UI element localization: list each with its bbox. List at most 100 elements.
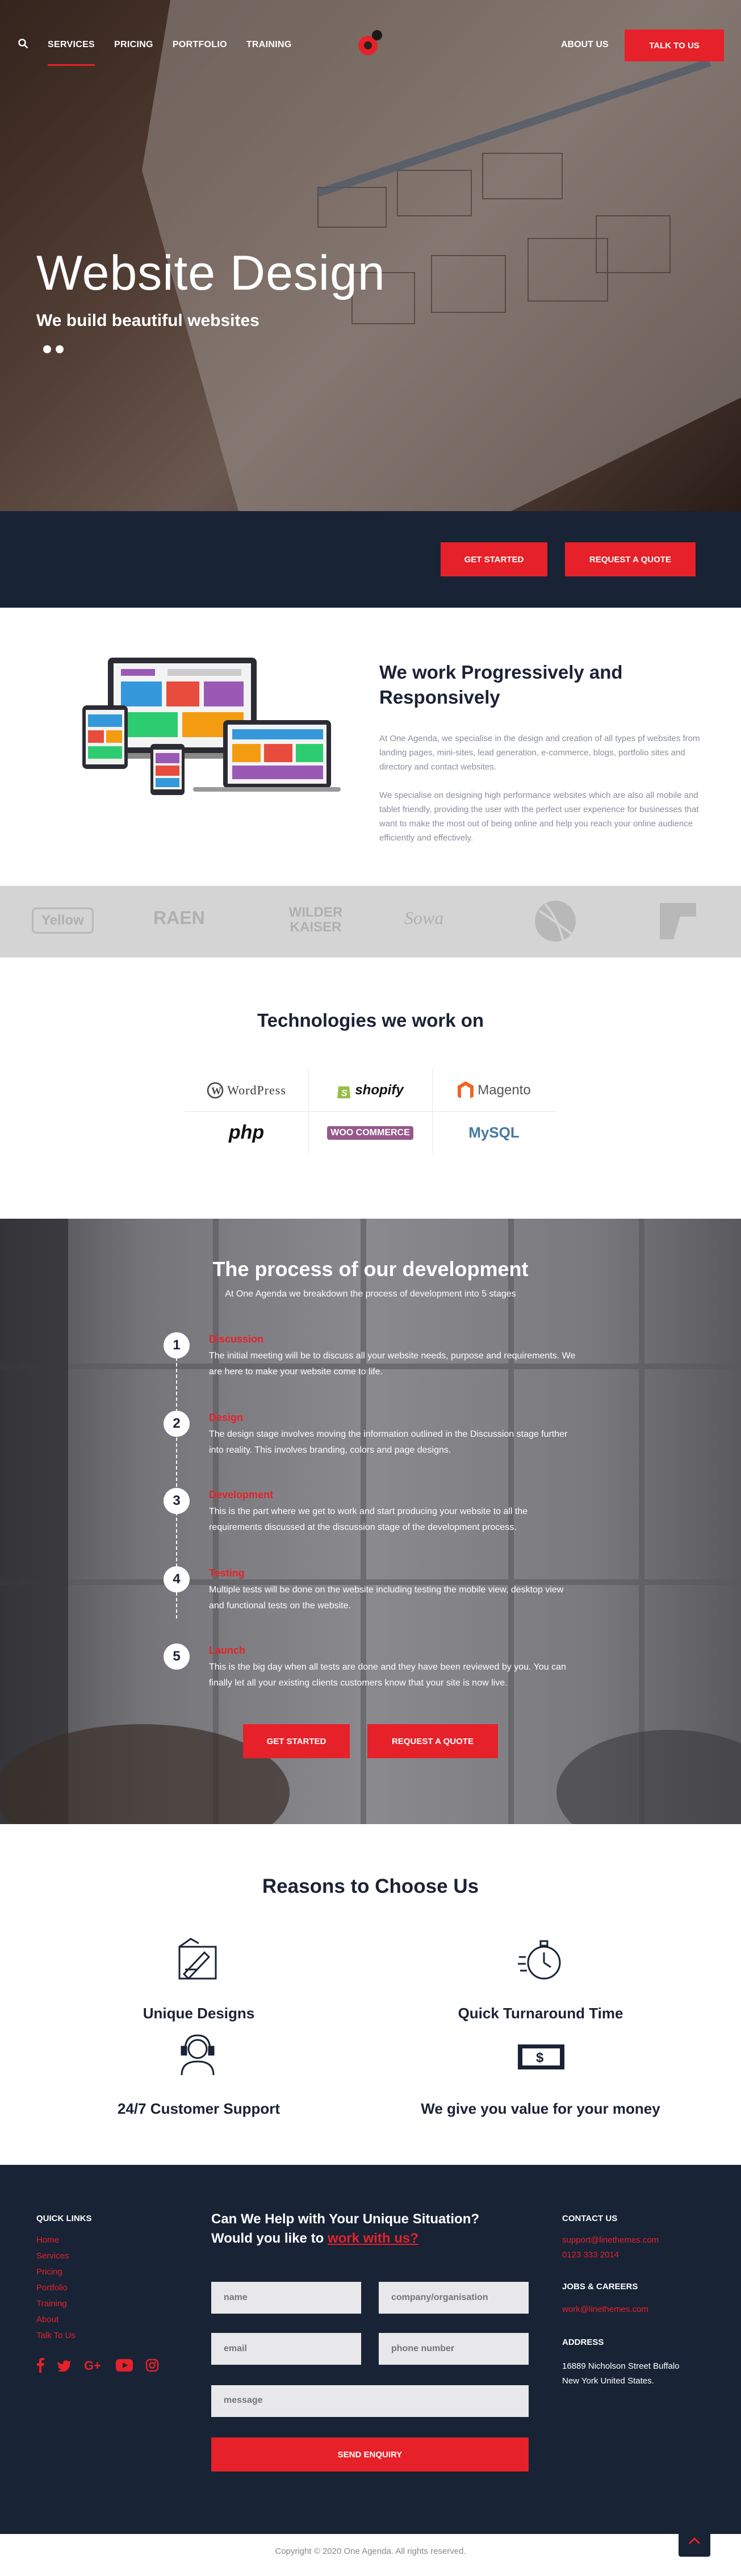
- company-field[interactable]: [379, 2282, 529, 2314]
- contact-email[interactable]: support@linethemes.com: [562, 2235, 659, 2245]
- footer-link-pricing[interactable]: Pricing: [36, 2267, 62, 2277]
- tech-grid: W WordPress S shopify Magento php WOO CO…: [185, 1069, 556, 1154]
- tech-wordpress-label: WordPress: [227, 1082, 286, 1097]
- step-title: Discussion: [209, 1333, 264, 1345]
- progressive-paragraph-1: At One Agenda, we specialise in the desi…: [379, 734, 700, 772]
- email-field[interactable]: [211, 2333, 361, 2365]
- footer-link-services[interactable]: Services: [36, 2251, 69, 2261]
- request-quote-button[interactable]: REQUEST A QUOTE: [565, 542, 696, 576]
- client-logo: Sowa: [404, 908, 444, 928]
- process-request-quote-button[interactable]: REQUEST A QUOTE: [367, 1724, 498, 1758]
- instagram-icon[interactable]: [145, 2358, 159, 2372]
- reasons-section: Reasons to Choose Us Unique Designs Quic…: [0, 1824, 741, 2165]
- step-title: Launch: [209, 1645, 246, 1656]
- svg-text:G+: G+: [84, 2359, 101, 2372]
- tech-shopify: S shopify: [308, 1069, 432, 1111]
- talk-to-us-button[interactable]: TALK TO US: [625, 30, 724, 61]
- tech-wordpress: W WordPress: [185, 1069, 308, 1111]
- process-get-started-button[interactable]: GET STARTED: [243, 1724, 350, 1758]
- contact-phone[interactable]: 0123 333 2014: [562, 2250, 619, 2260]
- design-tools-icon: [178, 1938, 217, 1980]
- step-text: Multiple tests will be done on the websi…: [209, 1585, 564, 1611]
- technologies-section: Technologies we work on W WordPress S sh…: [0, 957, 741, 1219]
- footer-link-portfolio[interactable]: Portfolio: [36, 2283, 68, 2293]
- address-line-1: 16889 Nicholson Street Buffalo: [562, 2361, 680, 2371]
- client-logo-p7-icon: [660, 903, 696, 939]
- progressive-paragraph-2: We specialise on designing high performa…: [379, 791, 699, 843]
- progressive-title: We work Progressively and Responsively: [379, 662, 623, 708]
- svg-text:W: W: [211, 1085, 221, 1097]
- process-title: The process of our development: [212, 1257, 529, 1281]
- tech-woocommerce-label: WOO COMMERCE: [327, 1126, 413, 1140]
- copyright: Copyright © 2020 One Agenda. All rights …: [275, 2546, 466, 2556]
- tech-mysql: MySQL: [468, 1124, 520, 1141]
- footer-link-home[interactable]: Home: [36, 2235, 59, 2245]
- back-to-top-button[interactable]: [679, 2525, 710, 2557]
- slider-dot[interactable]: [56, 345, 64, 353]
- footer-link-talk[interactable]: Talk To Us: [36, 2331, 76, 2340]
- google-plus-icon[interactable]: G+: [84, 2359, 103, 2372]
- help-subtitle: Would you like to work with us?: [211, 2231, 418, 2247]
- send-enquiry-button[interactable]: SEND ENQUIRY: [211, 2437, 529, 2472]
- footer-link-training[interactable]: Training: [36, 2299, 67, 2309]
- hero: Website Design We build beautiful websit…: [0, 0, 741, 511]
- reason-unique-designs: Unique Designs: [143, 2005, 255, 2022]
- step-text: This is the big day when all tests are d…: [209, 1662, 566, 1688]
- social-icons: G+: [36, 2358, 159, 2373]
- step-number: 1: [164, 1332, 190, 1358]
- reason-customer-support: 24/7 Customer Support: [117, 2100, 281, 2117]
- nav-pricing[interactable]: PRICING: [114, 40, 153, 50]
- jobs-email[interactable]: work@linethemes.com: [562, 2305, 648, 2314]
- jobs-title: JOBS & CAREERS: [562, 2282, 638, 2291]
- reason-quick-turnaround: Quick Turnaround Time: [458, 2005, 623, 2022]
- youtube-icon[interactable]: [116, 2359, 133, 2372]
- address-line-2: New York United States.: [562, 2376, 654, 2386]
- slider-dots[interactable]: [43, 345, 64, 353]
- money-icon: $: [518, 2044, 564, 2069]
- twitter-icon[interactable]: [57, 2359, 72, 2372]
- search-icon[interactable]: [18, 39, 28, 52]
- process-intro: At One Agenda we breakdown the process o…: [225, 1289, 516, 1299]
- message-field[interactable]: [211, 2385, 529, 2417]
- tech-php: php: [228, 1122, 265, 1143]
- phone-field[interactable]: [379, 2333, 529, 2365]
- footer-link-about[interactable]: About: [36, 2315, 58, 2324]
- help-subtitle-text: Would you like to: [211, 2231, 324, 2246]
- nav-about[interactable]: ABOUT US: [561, 40, 609, 50]
- client-logo: Yellow: [32, 908, 94, 934]
- client-logo: WILDER KAISER: [288, 905, 343, 935]
- top-nav: SERVICES PRICING PORTFOLIO TRAINING ABOU…: [0, 0, 741, 66]
- facebook-icon[interactable]: [36, 2358, 44, 2373]
- step-title: Development: [209, 1489, 274, 1500]
- quick-links-title: QUICK LINKS: [36, 2214, 92, 2223]
- step-number: 5: [164, 1644, 190, 1670]
- svg-text:$: $: [536, 2050, 544, 2065]
- step-text: This is the part where we get to work an…: [209, 1507, 528, 1532]
- tech-magento: Magento: [432, 1069, 556, 1111]
- step-text: The initial meeting will be to discuss a…: [209, 1351, 576, 1377]
- name-field[interactable]: [211, 2282, 361, 2314]
- nav-services[interactable]: SERVICES: [48, 40, 95, 66]
- tech-magento-label: Magento: [478, 1082, 531, 1098]
- step-title: Design: [209, 1412, 244, 1423]
- process-section: The process of our development At One Ag…: [0, 1219, 741, 1824]
- nav-training[interactable]: TRAINING: [246, 40, 292, 50]
- tech-title: Technologies we work on: [257, 1010, 484, 1031]
- work-with-us-link[interactable]: work with us?: [328, 2231, 418, 2246]
- responsive-devices-illustration: [82, 658, 341, 795]
- stopwatch-icon: [518, 1940, 561, 1980]
- nav-portfolio[interactable]: PORTFOLIO: [173, 40, 227, 50]
- slider-dot[interactable]: [43, 345, 51, 353]
- tech-shopify-label: shopify: [355, 1082, 404, 1098]
- client-logos-band: Yellow RAEN WILDER KAISER Sowa: [0, 886, 741, 957]
- brand-logo[interactable]: [355, 27, 387, 62]
- step-text: The design stage involves moving the inf…: [209, 1429, 568, 1455]
- help-title: Can We Help with Your Unique Situation?: [211, 2211, 480, 2227]
- footer: QUICK LINKS Home Services Pricing Portfo…: [0, 2165, 741, 2576]
- step-number: 4: [164, 1566, 190, 1592]
- hero-subtitle: We build beautiful websites: [36, 311, 259, 330]
- nav-links: SERVICES PRICING PORTFOLIO TRAINING: [48, 40, 292, 66]
- client-logo: RAEN: [153, 908, 205, 928]
- hero-title: Website Design: [36, 246, 386, 300]
- get-started-button[interactable]: GET STARTED: [441, 542, 547, 576]
